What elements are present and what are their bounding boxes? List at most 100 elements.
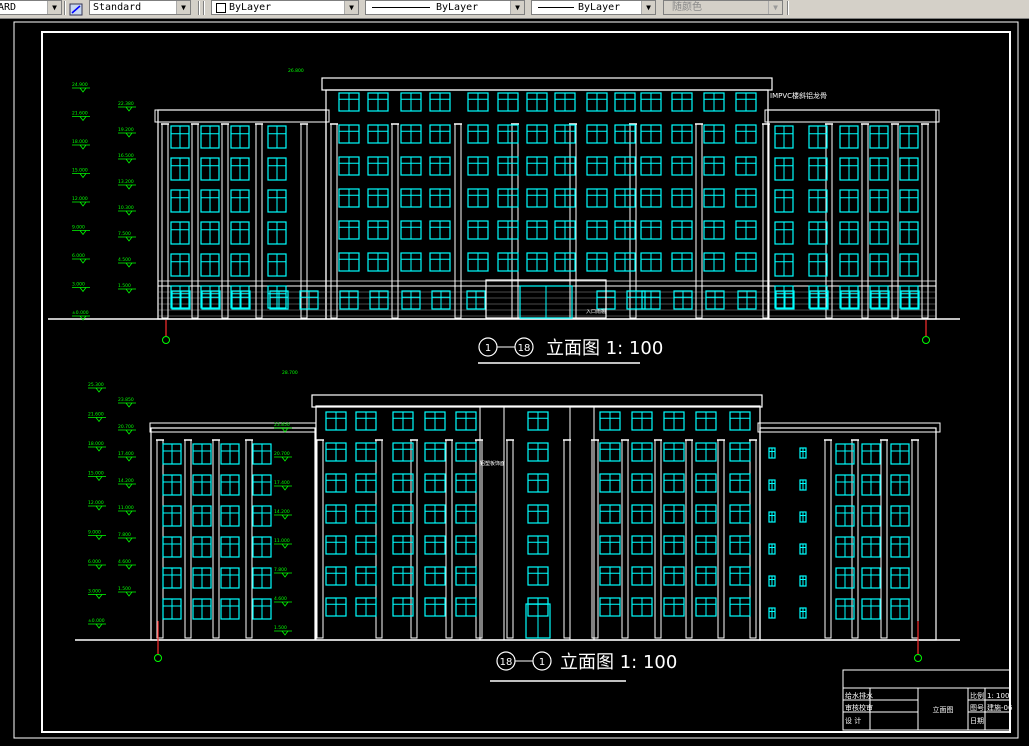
level-label: 25.300 <box>88 382 104 388</box>
linetype-sample <box>372 7 430 8</box>
level-label: 1.500 <box>274 625 287 631</box>
outer-frame <box>13 21 1019 739</box>
upper-title-start: 1 <box>485 343 491 354</box>
column <box>191 123 199 319</box>
plot-style-combo[interactable]: 随颜色 ▼ <box>663 0 783 15</box>
level-triangle <box>125 537 133 543</box>
level-triangle <box>125 456 133 462</box>
level-label: 18.000 <box>72 139 88 145</box>
level-triangle <box>95 505 103 511</box>
chevron-down-icon: ▼ <box>510 1 524 14</box>
level-label: ±0.000 <box>88 618 105 624</box>
level-label: 4.600 <box>118 559 131 565</box>
column <box>506 439 514 639</box>
upper-title: 1 18 立面图 1: 100 <box>478 337 663 364</box>
column <box>245 439 253 639</box>
level-triangle <box>95 476 103 482</box>
level-triangle <box>281 427 289 433</box>
level-label: 15.000 <box>72 168 88 174</box>
level-triangle <box>125 184 133 190</box>
column <box>221 123 229 319</box>
level-triangle <box>79 87 87 93</box>
level-triangle <box>125 288 133 294</box>
level-label: 21.600 <box>88 412 104 418</box>
left-wing-cornice <box>154 109 330 123</box>
drawing-canvas[interactable]: 入口雨棚 IMPVC楼斜铝龙骨 26.800 24.900 21.600 18.000 15… <box>0 18 1029 742</box>
column <box>445 439 453 639</box>
properties-toolbar: ARD ▼ Standard ▼ ByLayer ▼ ByLayer ▼ ByL… <box>0 0 1029 19</box>
level-label: 15.000 <box>88 471 104 477</box>
lower-title-start: 18 <box>500 657 513 668</box>
level-label: 18.000 <box>88 441 104 447</box>
column <box>685 439 693 639</box>
tb-date-label: 日期 <box>970 717 984 725</box>
column <box>316 439 324 639</box>
column <box>391 123 399 319</box>
right-wing-cornice <box>764 109 940 123</box>
entry-label: 入口雨棚 <box>586 308 606 315</box>
toolbar-separator <box>198 1 200 15</box>
column <box>212 439 220 639</box>
linetype-combo[interactable]: ByLayer ▼ <box>365 0 525 15</box>
level-triangle <box>281 456 289 462</box>
title-block <box>842 669 1011 731</box>
level-triangle <box>79 201 87 207</box>
lower-title: 18 1 立面图 1: 100 <box>490 651 677 682</box>
chevron-down-icon: ▼ <box>344 1 358 14</box>
lineweight-combo[interactable]: ByLayer ▼ <box>531 0 656 15</box>
color-swatch-icon <box>216 3 226 13</box>
level-label: 20.700 <box>274 451 290 457</box>
axis-marker-lower-right <box>914 654 922 662</box>
dim-style-combo[interactable]: Standard ▼ <box>89 0 191 15</box>
level-label: 4.500 <box>118 257 131 263</box>
lower-title-text: 立面图 1: 100 <box>560 652 677 673</box>
level-label: 14.200 <box>118 478 134 484</box>
level-triangle <box>79 230 87 236</box>
level-triangle <box>95 594 103 600</box>
level-triangle <box>281 485 289 491</box>
level-label: 19.200 <box>118 127 134 133</box>
column <box>591 439 599 639</box>
level-label: 12.000 <box>72 196 88 202</box>
level-triangle <box>79 287 87 293</box>
column <box>255 123 263 319</box>
top-level-mark: 28.700 <box>282 370 298 376</box>
column <box>921 123 929 319</box>
tower-bay-left <box>479 405 505 641</box>
level-label: 6.000 <box>72 253 85 259</box>
upper-elevation: 入口雨棚 IMPVC楼斜铝龙骨 26.800 24.900 21.600 18.000 15… <box>48 68 960 321</box>
level-triangle <box>125 132 133 138</box>
level-label: 6.000 <box>88 559 101 565</box>
level-triangle <box>125 429 133 435</box>
level-triangle <box>125 591 133 597</box>
color-combo[interactable]: ByLayer ▼ <box>211 0 359 15</box>
toolbar-separator <box>203 1 205 15</box>
text-style-combo[interactable]: ARD ▼ <box>0 0 62 15</box>
level-triangle <box>95 446 103 452</box>
column <box>330 123 338 319</box>
chevron-down-icon: ▼ <box>47 1 61 14</box>
level-triangle <box>79 116 87 122</box>
elevation-drawing: 入口雨棚 IMPVC楼斜铝龙骨 26.800 24.900 21.600 18.000 15… <box>13 21 1019 739</box>
level-triangle <box>79 144 87 150</box>
left-wing-outline <box>150 427 316 641</box>
level-label: ±0.000 <box>72 310 89 316</box>
level-label: 21.600 <box>72 111 88 117</box>
dimension-style-icon[interactable] <box>69 1 83 16</box>
level-triangle <box>125 106 133 112</box>
column <box>300 123 308 319</box>
tower-label: 铝塑板饰面 <box>480 460 505 467</box>
level-label: 4.600 <box>274 596 287 602</box>
column <box>375 439 383 639</box>
column <box>695 123 703 319</box>
level-label: 10.300 <box>118 205 134 211</box>
tower-bay-right <box>569 405 595 641</box>
level-triangle <box>125 210 133 216</box>
toolbar-separator <box>64 1 66 15</box>
level-triangle <box>281 543 289 549</box>
column <box>911 439 919 639</box>
level-triangle <box>125 510 133 516</box>
top-level-mark: 26.800 <box>288 68 304 74</box>
level-triangle <box>125 483 133 489</box>
level-triangle <box>125 236 133 242</box>
